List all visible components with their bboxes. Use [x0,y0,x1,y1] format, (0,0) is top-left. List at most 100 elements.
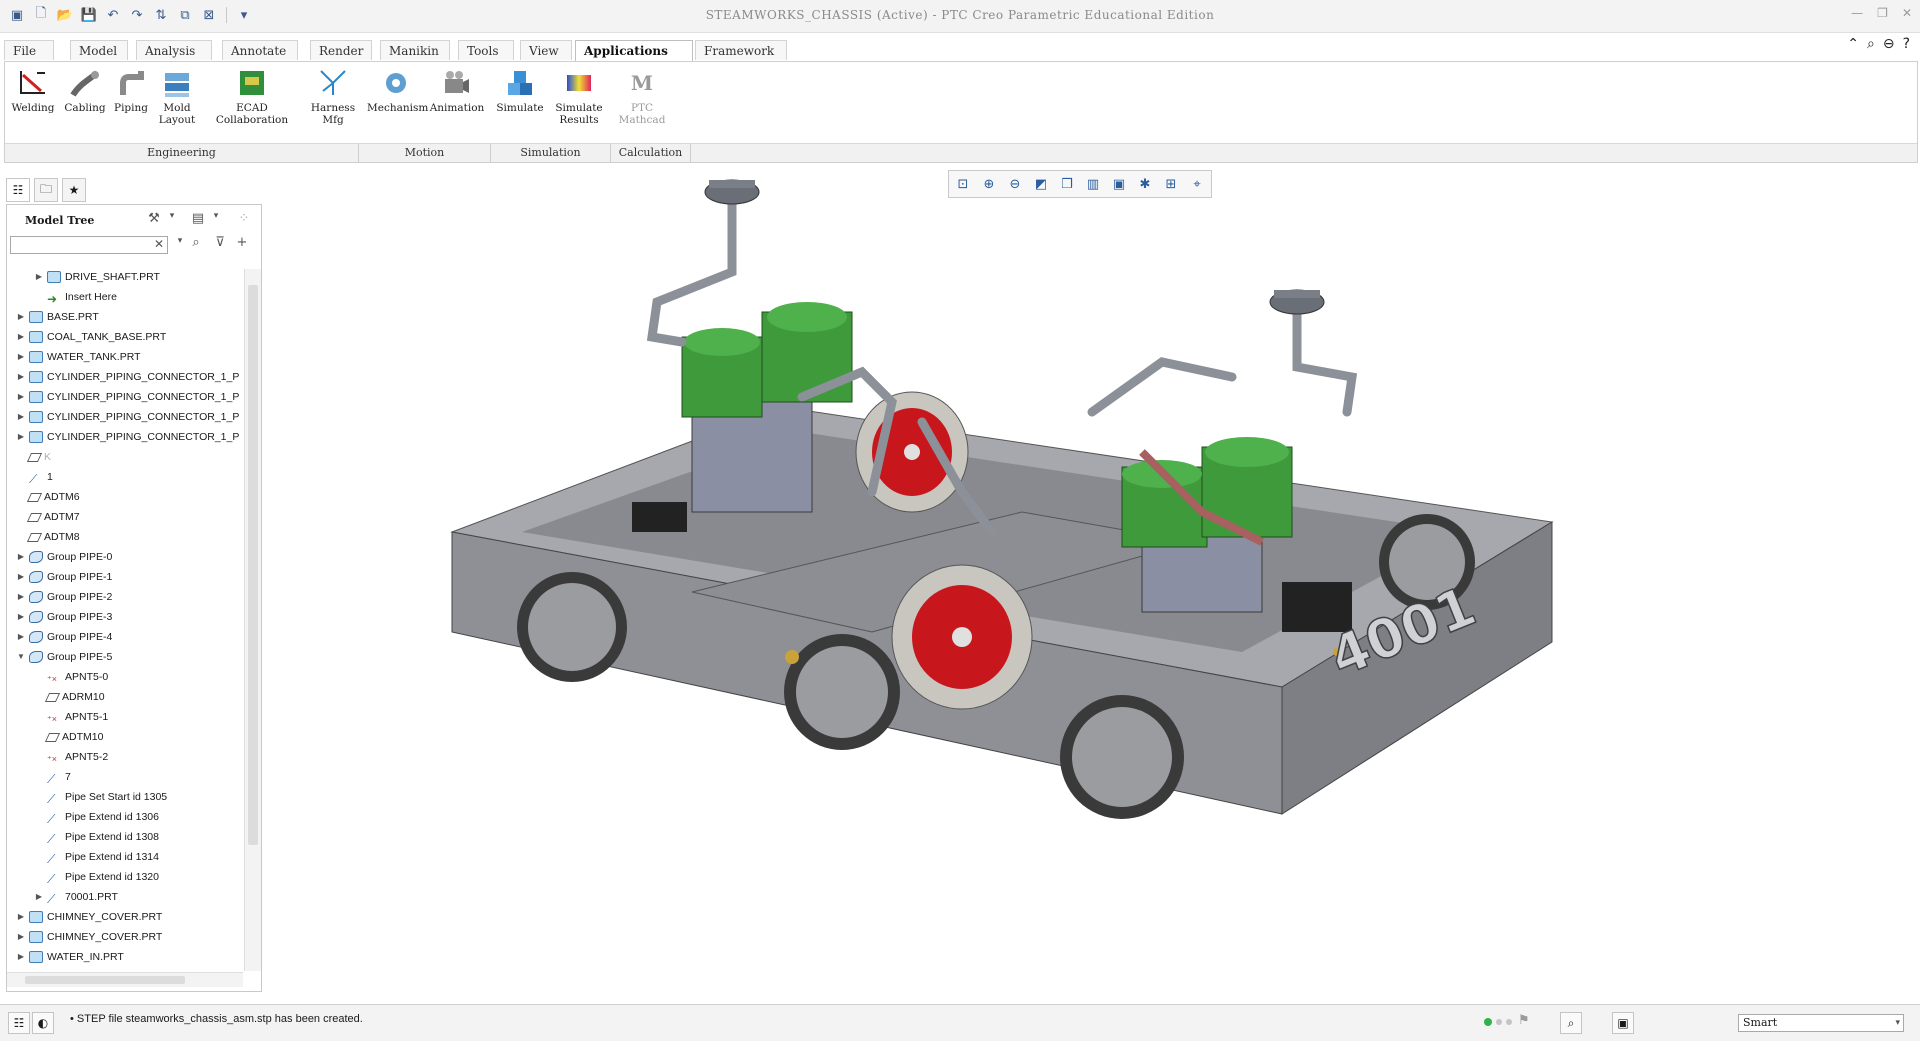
expand-arrow-icon[interactable]: ▶ [15,949,27,965]
tree-node[interactable]: ⟋ Pipe Extend id 1306 [33,809,159,826]
expand-arrow-icon[interactable]: ▶ [15,909,27,925]
expand-arrow-icon[interactable]: ▶ [15,369,27,385]
tree-columns-icon[interactable]: ⁘ [235,211,253,229]
filter-icon[interactable]: ⊽ [211,235,229,253]
expand-arrow-icon[interactable]: ▶ [15,929,27,945]
expand-arrow-icon[interactable]: ▶ [33,269,45,285]
settings-icon[interactable]: ⚒ [145,211,163,229]
search-icon[interactable]: ⌕ [1867,36,1875,52]
expand-arrow-icon[interactable]: ▶ [15,629,27,645]
cabling-button[interactable]: Cabling [61,66,109,114]
tree-node[interactable]: ⟋ Pipe Set Start id 1305 [33,789,167,806]
tree-node[interactable]: ⟋ 1 [15,469,53,486]
tree-node[interactable]: ▶ Group PIPE-4 [15,629,112,645]
tree-node[interactable]: ▶ ⟋ 70001.PRT [33,889,118,906]
tree-node[interactable]: ▼ Group PIPE-5 [15,649,112,665]
animation-button[interactable]: Animation [427,66,487,114]
tree-node[interactable]: K [15,449,51,465]
mechanism-button[interactable]: Mechanism [367,66,428,114]
chevron-down-icon[interactable]: ▾ [207,211,225,229]
tab-analysis[interactable]: Analysis [136,40,212,60]
ptc-mathcad-button[interactable]: M PTC Mathcad [617,66,667,126]
tree-node[interactable]: ▶ CYLINDER_PIPING_CONNECTOR_1_P [15,409,239,425]
show-icon[interactable]: ▤ [189,211,207,229]
tree-node[interactable]: ⟋ 7 [33,769,71,786]
favorites-tab-icon[interactable]: ★ [62,178,86,202]
tree-node[interactable]: ▶ Group PIPE-2 [15,589,112,605]
collapse-arrow-icon[interactable]: ▼ [15,649,27,665]
show-browser-icon[interactable]: ◐ [32,1012,54,1034]
tree-node[interactable]: ▶ CHIMNEY_COVER.PRT [15,909,162,925]
collapse-ribbon-icon[interactable]: ⌃ [1847,36,1859,52]
expand-arrow-icon[interactable]: ▶ [15,349,27,365]
mold-layout-button[interactable]: Mold Layout [155,66,199,126]
expand-arrow-icon[interactable]: ▶ [15,409,27,425]
scroll-thumb[interactable] [25,976,185,984]
clear-icon[interactable]: ✕ [154,237,164,251]
tree-node[interactable]: ▶ DRIVE_SHAFT.PRT [33,269,160,285]
tree-node[interactable]: ▶ Group PIPE-3 [15,609,112,625]
selection-filter-icon[interactable]: ▣ [1612,1012,1634,1034]
minimize-icon[interactable]: — [1851,6,1863,20]
tree-node[interactable]: ADTM7 [15,509,80,525]
chevron-down-icon[interactable]: ▾ [163,211,181,229]
selection-filter-select[interactable]: Smart ▾ [1738,1014,1904,1032]
tree-node[interactable]: ADRM10 [33,689,105,705]
tree-node[interactable]: ▶ Group PIPE-1 [15,569,112,585]
simulate-button[interactable]: Simulate [495,66,545,114]
expand-arrow-icon[interactable]: ▶ [15,569,27,585]
tab-annotate[interactable]: Annotate [222,40,298,60]
piping-button[interactable]: Piping [109,66,153,114]
tree-node[interactable]: ⟋ Pipe Extend id 1320 [33,869,159,886]
tree-node[interactable]: ADTM8 [15,529,80,545]
tree-vertical-scrollbar[interactable] [244,269,261,971]
tab-file[interactable]: File ▾ [4,40,54,78]
tree-node[interactable]: ADTM10 [33,729,103,745]
expand-arrow-icon[interactable]: ▶ [15,549,27,565]
harness-mfg-button[interactable]: Harness Mfg [307,66,359,126]
ecad-collaboration-button[interactable]: ECAD Collaboration [209,66,295,126]
simulate-results-button[interactable]: Simulate Results [551,66,607,126]
tree-node[interactable]: ⟋ Pipe Extend id 1308 [33,829,159,846]
find-icon[interactable]: ⌕ [187,235,205,253]
expand-arrow-icon[interactable]: ▶ [15,589,27,605]
community-icon[interactable]: ⊖ [1883,36,1895,52]
tree-node[interactable]: ADTM6 [15,489,80,505]
tab-framework[interactable]: Framework [695,40,787,60]
model-tree-tab-icon[interactable]: ☷ [6,178,30,202]
tree-node[interactable]: ▶ WATER_TANK.PRT [15,349,141,365]
add-icon[interactable]: + [233,235,251,253]
tree-node[interactable]: ▶ CYLINDER_PIPING_CONNECTOR_1_P [15,429,239,445]
expand-arrow-icon[interactable]: ▶ [15,429,27,445]
tree-node[interactable]: ⁺× APNT5-2 [33,749,108,765]
tree-node[interactable]: ⁺× APNT5-0 [33,669,108,685]
tree-node[interactable]: ▶ BASE.PRT [15,309,99,325]
tab-manikin[interactable]: Manikin [380,40,450,60]
expand-arrow-icon[interactable]: ▶ [15,309,27,325]
expand-arrow-icon[interactable]: ▶ [15,609,27,625]
tree-search-input[interactable]: ✕ [10,236,168,254]
tab-render[interactable]: Render [310,40,372,60]
welding-button[interactable]: Welding [9,66,57,114]
tree-node[interactable]: ⁺× APNT5-1 [33,709,108,725]
restore-icon[interactable]: ❐ [1877,6,1888,20]
folder-browser-tab-icon[interactable]: 🗀 [34,178,58,202]
expand-arrow-icon[interactable]: ▶ [15,389,27,405]
help-icon[interactable]: ? [1903,36,1910,52]
show-navigator-icon[interactable]: ☷ [8,1012,30,1034]
tree-node[interactable]: ▶ CYLINDER_PIPING_CONNECTOR_1_P [15,389,239,405]
tab-model[interactable]: Model [70,40,128,60]
tree-node[interactable]: ➜ Insert Here [33,289,117,306]
tree-node[interactable]: ▶ COAL_TANK_BASE.PRT [15,329,166,345]
tree-node[interactable]: ▶ CHIMNEY_COVER.PRT [15,929,162,945]
expand-arrow-icon[interactable]: ▶ [15,329,27,345]
graphics-window[interactable]: 4001 [262,162,1920,1002]
close-icon[interactable]: ✕ [1902,6,1912,20]
tab-applications[interactable]: Applications [575,40,693,62]
find-icon[interactable]: ⌕ [1560,1012,1582,1034]
flag-icon[interactable]: ⚑ [1518,1013,1530,1028]
tab-tools[interactable]: Tools [458,40,514,60]
tree-node[interactable]: ▶ Group PIPE-0 [15,549,112,565]
expand-arrow-icon[interactable]: ▶ [33,889,45,905]
model-view[interactable]: 4001 [262,162,1920,1002]
